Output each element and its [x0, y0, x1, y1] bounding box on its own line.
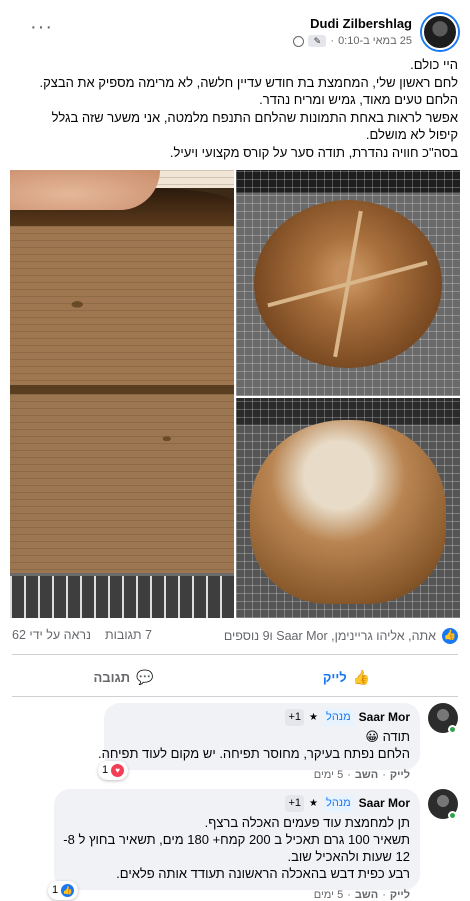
plus-badge: +1 [285, 709, 305, 726]
comment-text-line: הלחם נפתח בעיקר, מחוסר תפיחה. יש מקום לע… [98, 746, 410, 761]
post-text-line: קיפול לא מושלם. [365, 127, 458, 142]
comment-reactions[interactable]: 1 ♥ [98, 761, 129, 780]
comment-text-line: רבע כפית דבש בהאכלה הראשונה תעודד אותה פ… [116, 866, 410, 881]
plus-badge: +1 [285, 795, 305, 812]
post-text-line: אפשר לראות באחת התמונות שהלחם התנפח מלמט… [51, 109, 458, 125]
post-text-line: בסה"כ חוויה נהדרת, תודה סער על קורס מקצו… [169, 144, 458, 160]
post-text-line: הלחם טעים מאוד, גמיש ומריח נהדר. [259, 92, 458, 107]
comment-bubble: Saar Mor מנהל ★ +1 תן למחמצת עוד פעמים ה… [48, 789, 420, 900]
admin-badge: מנהל [323, 709, 354, 726]
reactors-text: אתה, אליהו גריינימן, Saar Mor ו9 נוספים [223, 629, 436, 643]
post-actions: 👍 לייק 💬 תגובה [12, 662, 458, 692]
post-time[interactable]: 25 במאי ב-0:10 [338, 35, 412, 47]
post-text-line: לחם ראשון שלי, המחמצת בת חודש עדיין חלשה… [39, 74, 458, 90]
comment: Saar Mor מנהל ★ +1 תודה 😀 הלחם נפתח בעיק… [12, 703, 458, 781]
photo-bread-top[interactable] [236, 170, 460, 396]
comment-button[interactable]: 💬 תגובה [12, 662, 235, 692]
comment-reply-link[interactable]: השב [355, 769, 378, 781]
more-dots-icon[interactable]: ··· [30, 17, 53, 37]
admin-badge: מנהל [323, 795, 354, 812]
globe-icon [293, 35, 305, 47]
comment-time[interactable]: 5 ימים [314, 769, 343, 781]
comment-footer: לייק · השב · 5 ימים [313, 889, 410, 901]
comment-time[interactable]: 5 ימים [314, 889, 343, 901]
comment-reactions[interactable]: 1 👍 [48, 881, 79, 900]
post-meta: 25 במאי ב-0:10 · ✎ [293, 35, 412, 47]
star-icon: ★ [309, 798, 318, 809]
photo-bread-side[interactable] [236, 398, 460, 618]
commenter-name[interactable]: Saar Mor [359, 709, 410, 726]
comment-text-line: תודה 😀 [365, 729, 410, 744]
views-count[interactable]: נראה על ידי 62 [12, 628, 91, 642]
comment-text-line: 12 שעות ולהאכיל שוב. [287, 849, 410, 864]
like-button[interactable]: 👍 לייק [235, 662, 458, 692]
comments-count[interactable]: 7 תגובות [105, 628, 152, 642]
commenter-avatar[interactable] [428, 789, 458, 820]
divider [12, 696, 458, 697]
comment-reply-link[interactable]: השב [355, 889, 378, 901]
comment-like-link[interactable]: לייק [390, 769, 410, 781]
audience-icon: ✎ [308, 35, 327, 47]
online-indicator [448, 725, 457, 734]
comment-text-line: תשאיר 100 גרם תאכיל ב 200 קמח+ 180 מים, … [63, 832, 410, 847]
comment: Saar Mor מנהל ★ +1 תן למחמצת עוד פעמים ה… [12, 789, 458, 901]
heart-icon: ♥ [111, 764, 125, 777]
engagement-bar: 👍 אתה, אליהו גריינימן, Saar Mor ו9 נוספי… [12, 628, 458, 648]
commenter-avatar[interactable] [428, 703, 458, 734]
comment-bubble-icon: 💬 [136, 668, 154, 685]
comment-bubble: Saar Mor מנהל ★ +1 תודה 😀 הלחם נפתח בעיק… [98, 703, 420, 780]
thumbs-up-icon: 👍 [352, 668, 371, 685]
post-body: היי כולם. לחם ראשון שלי, המחמצת בת חודש … [12, 56, 458, 161]
author-avatar[interactable] [422, 14, 458, 50]
comment-like-link[interactable]: לייק [390, 889, 410, 901]
post-card: Dudi Zilbershlag 25 במאי ב-0:10 · ✎ ··· … [0, 0, 470, 901]
comment-text-line: תן למחמצת עוד פעמים האכלה ברצף. [204, 815, 410, 830]
post-text-line: היי כולם. [410, 57, 458, 72]
post-header: Dudi Zilbershlag 25 במאי ב-0:10 · ✎ ··· [0, 10, 470, 54]
like-reaction-icon: 👍 [442, 628, 458, 644]
commenter-name[interactable]: Saar Mor [359, 795, 410, 812]
online-indicator [448, 811, 457, 820]
like-reaction-icon: 👍 [61, 884, 75, 897]
author-name[interactable]: Dudi Zilbershlag [310, 16, 412, 31]
comment-footer: לייק · השב · 5 ימים [313, 769, 410, 781]
reactions-summary[interactable]: 👍 אתה, אליהו גריינימן, Saar Mor ו9 נוספי… [224, 628, 458, 644]
star-icon: ★ [309, 712, 318, 723]
divider [12, 654, 458, 655]
photo-bread-crumb[interactable] [10, 170, 234, 618]
